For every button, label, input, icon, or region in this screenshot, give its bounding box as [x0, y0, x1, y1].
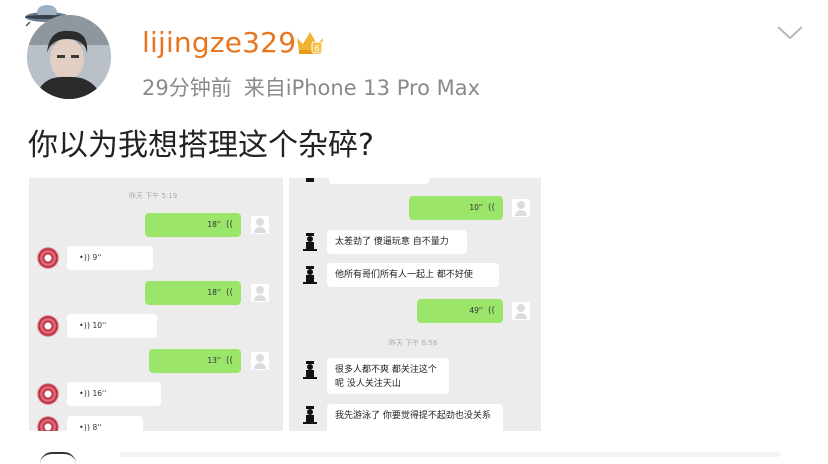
chevron-down-icon[interactable]	[776, 22, 804, 42]
voice-bubble: •)) 9''	[67, 246, 153, 270]
red-avatar-icon	[37, 383, 59, 405]
post-image[interactable]: 昨天 下午 5:19 18''(( •)) 9'' 18''(( •)) 10'…	[29, 178, 541, 431]
chat-timestamp: 昨天 下午 6:58	[389, 339, 438, 347]
voice-bubble: 49''((	[417, 299, 503, 323]
chat-panel-left: 昨天 下午 5:19 18''(( •)) 9'' 18''(( •)) 10'…	[29, 178, 283, 431]
vip-crown-icon: 6	[297, 32, 323, 54]
message-text: 太差劲了 傻逼玩意 自不量力	[327, 230, 467, 254]
voice-bubble: 10''((	[409, 196, 503, 220]
next-post-bar	[120, 452, 780, 457]
my-avatar-icon	[512, 199, 530, 217]
red-avatar-icon	[37, 315, 59, 337]
voice-bubble: 18''((	[145, 213, 241, 237]
post-text: 你以为我想搭理这个杂碎?	[28, 128, 374, 163]
message-text: 很多人都不爽 都关注这个呢 没人关注天山	[327, 358, 449, 394]
black-avatar-icon	[303, 233, 317, 251]
voice-bubble: 13''((	[149, 349, 241, 373]
post-source[interactable]: 来自iPhone 13 Pro Max	[244, 76, 480, 100]
voice-bubble: •)) 16''	[67, 382, 161, 406]
voice-bubble: •)) 10''	[67, 314, 157, 338]
avatar[interactable]	[27, 15, 111, 99]
post-meta: 29分钟前 来自iPhone 13 Pro Max	[142, 72, 492, 102]
username[interactable]: lijingze329	[142, 26, 296, 59]
post-time: 29分钟前	[142, 76, 232, 100]
my-avatar-icon	[251, 284, 269, 302]
avatar-photo	[27, 15, 111, 99]
next-post-avatar	[40, 452, 76, 464]
my-avatar-icon	[512, 302, 530, 320]
black-avatar-icon	[303, 266, 317, 284]
voice-bubble: •)) 8''	[67, 416, 143, 431]
message-text: 我先游泳了 你要觉得提不起劲也没关系	[327, 404, 503, 431]
red-avatar-icon	[37, 416, 59, 431]
message-text: 他所有哥们所有人一起上 都不好使	[327, 263, 499, 287]
black-avatar-icon	[306, 178, 314, 182]
voice-bubble: 18''((	[145, 281, 241, 305]
svg-text:6: 6	[314, 44, 319, 53]
black-avatar-icon	[303, 361, 317, 379]
red-avatar-icon	[37, 247, 59, 269]
chat-panel-right: 10''(( 太差劲了 傻逼玩意 自不量力 他所有哥们所有人一起上 都不好使 4…	[289, 178, 541, 431]
black-avatar-icon	[303, 406, 317, 424]
my-avatar-icon	[251, 216, 269, 234]
chat-timestamp: 昨天 下午 5:19	[129, 192, 178, 200]
my-avatar-icon	[251, 352, 269, 370]
